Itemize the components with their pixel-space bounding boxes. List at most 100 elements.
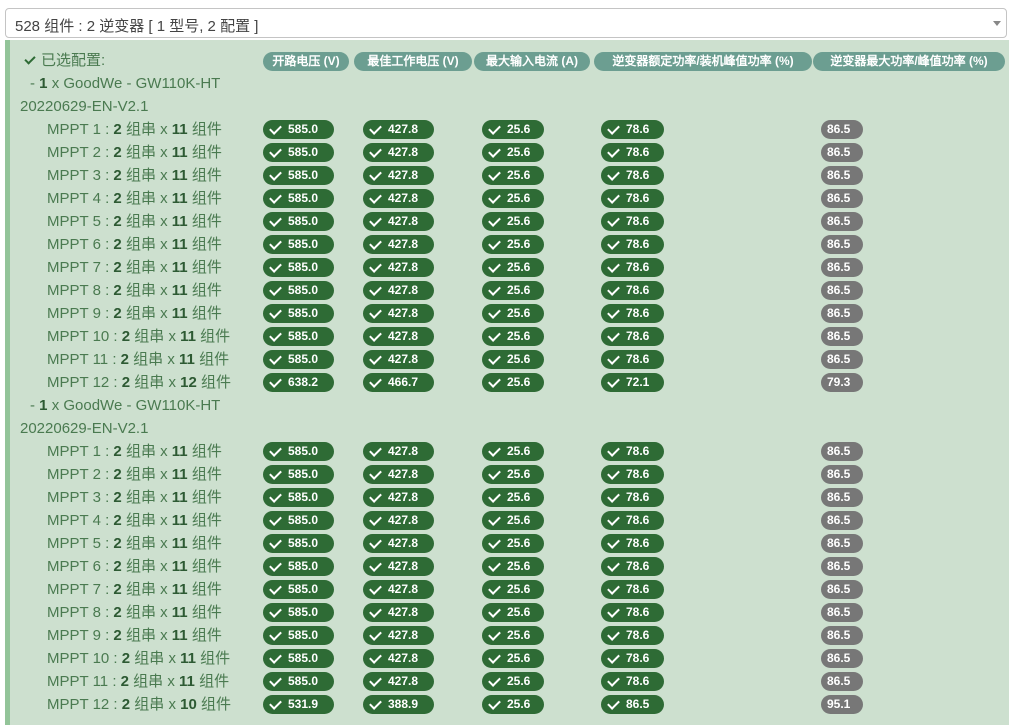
mppt-label: MPPT 1 : 2 组串 x 11 组件 xyxy=(47,121,222,138)
mppt-row: MPPT 8 : 2 组串 x 11 组件 585.0 427.8 25.6 78.6 8… xyxy=(10,279,1009,302)
vmp-badge: 427.8 xyxy=(363,442,434,461)
check-icon xyxy=(269,696,282,710)
imax-badge: 25.6 xyxy=(482,304,544,323)
mppt-row: MPPT 4 : 2 组串 x 11 组件 585.0 427.8 25.6 78.6 8… xyxy=(10,187,1009,210)
imax-badge: 25.6 xyxy=(482,442,544,461)
voc-badge: 585.0 xyxy=(263,626,334,645)
mppt-row: MPPT 3 : 2 组串 x 11 组件 585.0 427.8 25.6 78.6 8… xyxy=(10,164,1009,187)
imax-badge: 25.6 xyxy=(482,120,544,139)
voc-badge: 531.9 xyxy=(263,695,334,714)
check-icon xyxy=(369,282,382,296)
check-icon xyxy=(488,581,501,595)
voc-badge: 585.0 xyxy=(263,511,334,530)
mppt-row: MPPT 12 : 2 组串 x 12 组件 638.2 466.7 25.6 72.1… xyxy=(10,371,1009,394)
check-icon xyxy=(369,581,382,595)
vmp-badge: 427.8 xyxy=(363,166,434,185)
check-icon xyxy=(607,167,620,181)
check-icon xyxy=(488,489,501,503)
mppt-row: MPPT 9 : 2 组串 x 11 组件 585.0 427.8 25.6 78.6 8… xyxy=(10,624,1009,647)
check-icon xyxy=(607,282,620,296)
imax-badge: 25.6 xyxy=(482,603,544,622)
max-ratio-badge: 86.5 xyxy=(821,672,863,691)
check-icon xyxy=(369,259,382,273)
mppt-label: MPPT 5 : 2 组串 x 11 组件 xyxy=(47,213,222,230)
imax-badge: 25.6 xyxy=(482,626,544,645)
check-icon xyxy=(269,512,282,526)
check-icon xyxy=(488,190,501,204)
max-ratio-badge: 79.3 xyxy=(821,373,863,392)
check-icon xyxy=(607,673,620,687)
max-ratio-badge: 86.5 xyxy=(821,350,863,369)
check-icon xyxy=(269,489,282,503)
rated-ratio-badge: 78.6 xyxy=(601,120,664,139)
max-ratio-badge: 86.5 xyxy=(821,534,863,553)
vmp-badge: 388.9 xyxy=(363,695,434,714)
mppt-row: MPPT 5 : 2 组串 x 11 组件 585.0 427.8 25.6 78.6 8… xyxy=(10,210,1009,233)
check-icon xyxy=(269,650,282,664)
vmp-badge: 427.8 xyxy=(363,603,434,622)
mppt-label: MPPT 11 : 2 组串 x 11 组件 xyxy=(47,673,230,690)
check-icon xyxy=(369,167,382,181)
mppt-label: MPPT 3 : 2 组串 x 11 组件 xyxy=(47,489,222,506)
voc-badge: 585.0 xyxy=(263,120,334,139)
check-icon xyxy=(269,535,282,549)
max-ratio-badge: 86.5 xyxy=(821,327,863,346)
mppt-label: MPPT 6 : 2 组串 x 11 组件 xyxy=(47,558,222,575)
check-icon xyxy=(269,328,282,342)
voc-badge: 585.0 xyxy=(263,557,334,576)
check-icon xyxy=(488,167,501,181)
imax-badge: 25.6 xyxy=(482,166,544,185)
config-select[interactable]: 528 组件 : 2 逆变器 [ 1 型号, 2 配置 ] xyxy=(5,8,1007,38)
selected-config-panel: 已选配置: 开路电压 (V) 最佳工作电压 (V) 最大输入电流 (A) 逆变器… xyxy=(5,40,1009,725)
mppt-row: MPPT 7 : 2 组串 x 11 组件 585.0 427.8 25.6 78.6 8… xyxy=(10,578,1009,601)
check-icon xyxy=(488,627,501,641)
max-ratio-badge: 86.5 xyxy=(821,143,863,162)
check-icon xyxy=(369,213,382,227)
check-icon xyxy=(269,190,282,204)
check-icon xyxy=(488,328,501,342)
rated-ratio-badge: 72.1 xyxy=(601,373,664,392)
imax-badge: 25.6 xyxy=(482,557,544,576)
check-icon xyxy=(488,673,501,687)
check-icon xyxy=(269,673,282,687)
vmp-badge: 427.8 xyxy=(363,281,434,300)
check-icon xyxy=(269,558,282,572)
check-icon xyxy=(488,259,501,273)
check-icon xyxy=(369,121,382,135)
inverter-version: 20220629-EN-V2.1 xyxy=(10,417,1009,440)
mppt-row: MPPT 7 : 2 组串 x 11 组件 585.0 427.8 25.6 78.6 8… xyxy=(10,256,1009,279)
inverter-version-text: 20220629-EN-V2.1 xyxy=(20,98,149,115)
mppt-label: MPPT 4 : 2 组串 x 11 组件 xyxy=(47,190,222,207)
max-ratio-badge: 86.5 xyxy=(821,557,863,576)
check-icon xyxy=(269,213,282,227)
config-select-value: 528 组件 : 2 逆变器 [ 1 型号, 2 配置 ] xyxy=(15,18,259,35)
check-icon xyxy=(369,190,382,204)
mppt-label: MPPT 8 : 2 组串 x 11 组件 xyxy=(47,282,222,299)
max-ratio-badge: 86.5 xyxy=(821,465,863,484)
check-icon xyxy=(369,489,382,503)
rated-ratio-badge: 78.6 xyxy=(601,212,664,231)
chevron-down-icon[interactable] xyxy=(993,21,1001,26)
mppt-row: MPPT 6 : 2 组串 x 11 组件 585.0 427.8 25.6 78.6 8… xyxy=(10,233,1009,256)
check-icon xyxy=(607,374,620,388)
voc-badge: 585.0 xyxy=(263,672,334,691)
check-icon xyxy=(369,558,382,572)
check-icon xyxy=(269,604,282,618)
check-icon xyxy=(488,535,501,549)
check-icon xyxy=(488,512,501,526)
check-icon xyxy=(607,627,620,641)
vmp-badge: 427.8 xyxy=(363,189,434,208)
check-icon xyxy=(607,305,620,319)
rated-ratio-badge: 78.6 xyxy=(601,488,664,507)
check-icon xyxy=(269,581,282,595)
check-icon xyxy=(369,328,382,342)
mppt-row: MPPT 10 : 2 组串 x 11 组件 585.0 427.8 25.6 78.6… xyxy=(10,325,1009,348)
inverter-title: - 1 x GoodWe - GW110K-HT xyxy=(30,75,221,92)
imax-badge: 25.6 xyxy=(482,672,544,691)
check-icon xyxy=(369,374,382,388)
max-ratio-badge: 86.5 xyxy=(821,189,863,208)
check-icon xyxy=(607,581,620,595)
check-icon xyxy=(269,144,282,158)
mppt-row: MPPT 3 : 2 组串 x 11 组件 585.0 427.8 25.6 78.6 8… xyxy=(10,486,1009,509)
check-icon xyxy=(269,305,282,319)
